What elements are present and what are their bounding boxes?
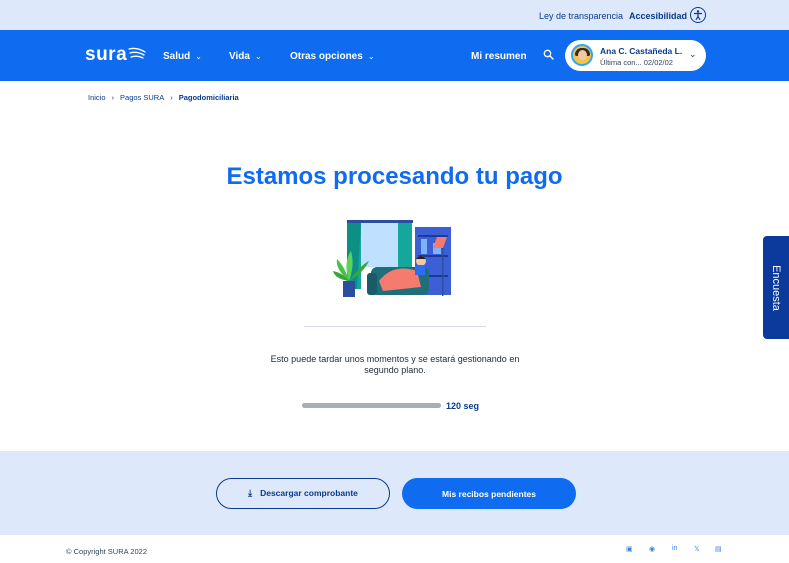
download-receipt-button[interactable]: ⤓ Descargar comprobante — [216, 478, 390, 509]
chevron-right-icon: › — [111, 93, 115, 102]
chevron-right-icon: › — [170, 93, 173, 102]
user-menu[interactable]: Ana C. Castañeda L. Última con... 02/02/… — [565, 40, 706, 71]
nav-otras-label: Otras opciones — [290, 51, 363, 62]
nav-salud[interactable]: Salud ⌄ — [163, 51, 202, 62]
x-twitter-icon[interactable]: 𝕏 — [694, 545, 700, 553]
main-navbar: sura Salud ⌄ Vida ⌄ Otras opciones ⌄ Mi res… — [0, 30, 789, 81]
utility-bar: Ley de transparencia Accesibilidad — [0, 0, 789, 30]
nav-salud-label: Salud — [163, 51, 191, 62]
avatar — [571, 44, 593, 66]
survey-tab-label: Encuesta — [770, 264, 782, 311]
survey-tab[interactable]: Encuesta — [763, 236, 789, 339]
pending-receipts-button[interactable]: Mis recibos pendientes — [402, 478, 576, 509]
accessibility-icon[interactable] — [690, 7, 706, 23]
progress-bar — [302, 403, 441, 408]
person-resting-illustration — [333, 220, 451, 297]
chevron-down-icon: ⌄ — [689, 49, 697, 59]
breadcrumb: Inicio › Pagos SURA › Pagodomiciliaria — [88, 93, 239, 102]
user-name: Ana C. Castañeda L. — [600, 46, 683, 56]
chevron-down-icon: ⌄ — [254, 52, 262, 61]
countdown-label: 120 seg — [446, 401, 480, 411]
actions-band: ⤓ Descargar comprobante Mis recibos pendi… — [0, 451, 789, 535]
breadcrumb-current: Pagodomiciliaria — [178, 93, 239, 102]
processing-message: Esto puede tardar unos momentos y se est… — [270, 354, 520, 375]
search-icon[interactable] — [543, 49, 554, 60]
breadcrumb-pagos[interactable]: Pagos SURA — [120, 93, 164, 102]
transparency-link[interactable]: Ley de transparencia — [539, 11, 623, 21]
copyright: © Copyright SURA 2022 — [66, 547, 147, 556]
facebook-icon[interactable]: ◉ — [649, 545, 655, 553]
chevron-down-icon: ⌄ — [367, 52, 375, 61]
logo-wing-icon — [128, 47, 146, 59]
linkedin-icon[interactable]: in — [672, 545, 677, 552]
instagram-icon[interactable]: ▣ — [626, 545, 633, 553]
download-receipt-label: Descargar comprobante — [260, 488, 358, 498]
download-icon: ⤓ — [248, 488, 253, 498]
nav-vida-label: Vida — [229, 51, 250, 62]
breadcrumb-inicio[interactable]: Inicio — [88, 93, 106, 102]
nav-otras-opciones[interactable]: Otras opciones ⌄ — [290, 51, 375, 62]
youtube-icon[interactable]: ▤ — [715, 545, 722, 553]
last-connection: Última con... 02/02/02 — [600, 58, 673, 67]
chevron-down-icon: ⌄ — [195, 52, 202, 61]
progress-bar-fill — [302, 403, 441, 408]
divider — [304, 326, 486, 327]
nav-mi-resumen[interactable]: Mi resumen — [471, 51, 527, 62]
accessibility-link[interactable]: Accesibilidad — [629, 11, 687, 21]
nav-vida[interactable]: Vida ⌄ — [229, 51, 262, 62]
sura-logo[interactable]: sura — [85, 44, 127, 66]
page-title: Estamos procesando tu pago — [226, 163, 563, 190]
